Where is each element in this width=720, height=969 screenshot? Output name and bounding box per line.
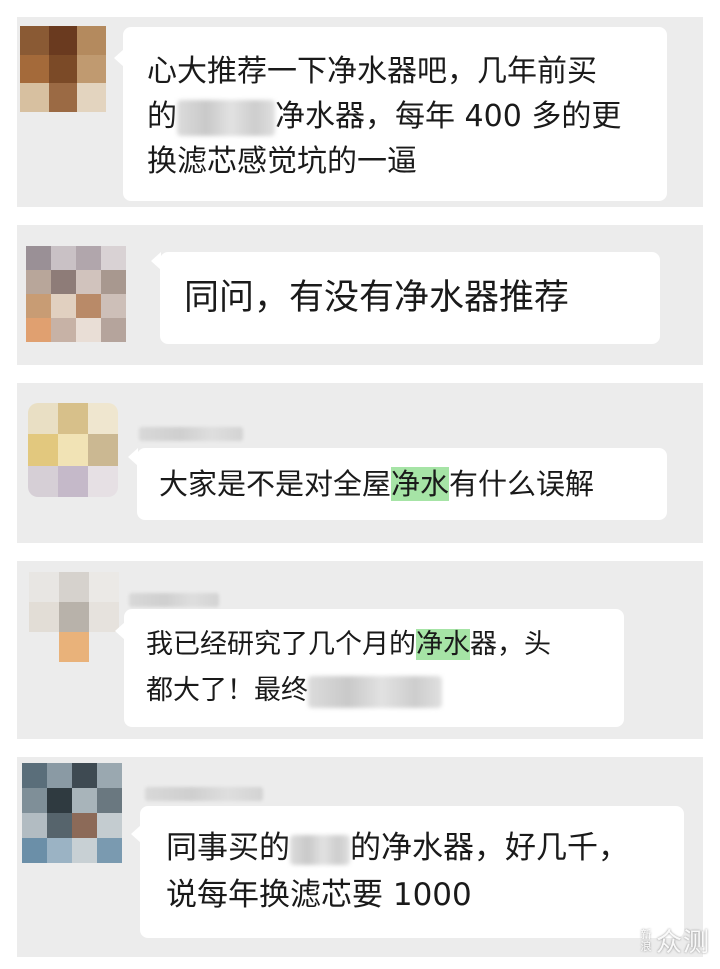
message-bubble: 我已经研究了几个月的净水器，头 都大了！最终 xyxy=(115,609,624,727)
message-bubble: 心大推荐一下净水器吧，几年前买 的 净水器，每年 400 多的更 换滤芯感觉坑的一… xyxy=(114,27,667,201)
message-text: 同事买的 xyxy=(166,830,290,866)
watermark-text: 众测 xyxy=(655,928,710,958)
message-line: 我已经研究了几个月的净水器，头 xyxy=(146,622,602,668)
avatar[interactable] xyxy=(22,763,122,863)
avatar[interactable] xyxy=(26,246,126,342)
message-line: 说每年换滤芯要 1000 xyxy=(166,877,472,913)
chat-message-5: 同事买的 的净水器，好几千， 说每年换滤芯要 1000 xyxy=(17,757,703,957)
message-text: 净水器，每年 400 多的更 xyxy=(275,99,622,134)
message-bubble: 同问，有没有净水器推荐 xyxy=(151,252,660,344)
watermark-logo: 新 浪 xyxy=(640,928,652,953)
message-text: 器，头 xyxy=(470,629,551,660)
message-line: 心大推荐一下净水器吧，几年前买 xyxy=(147,54,597,89)
redacted-brand xyxy=(308,675,442,708)
redacted-brand xyxy=(177,99,275,136)
message-line: 同问，有没有净水器推荐 xyxy=(184,278,570,318)
message-text: 都大了！最终 xyxy=(146,675,308,706)
chat-message-2: 同问，有没有净水器推荐 xyxy=(17,225,703,365)
highlighted-keyword: 净水 xyxy=(416,629,470,660)
message-text: 的净水器，好几千， xyxy=(350,830,629,866)
avatar[interactable] xyxy=(29,572,119,662)
message-bubble: 大家是不是对全屋净水有什么误解 xyxy=(128,448,667,520)
message-line: 大家是不是对全屋净水有什么误解 xyxy=(159,448,645,520)
message-line: 换滤芯感觉坑的一逼 xyxy=(147,144,417,179)
avatar[interactable] xyxy=(28,403,118,497)
avatar[interactable] xyxy=(20,26,106,112)
sender-name xyxy=(129,593,219,607)
sender-name xyxy=(139,427,243,441)
watermark-small-bottom: 浪 xyxy=(640,939,652,953)
message-line: 的 净水器，每年 400 多的更 xyxy=(147,94,643,139)
highlighted-keyword: 净水 xyxy=(391,467,450,501)
message-text: 我已经研究了几个月的 xyxy=(146,629,416,660)
message-text: 大家是不是对全屋 xyxy=(159,467,392,501)
watermark: 新 浪 众测 xyxy=(640,922,710,959)
message-text: 的 xyxy=(147,99,177,134)
message-bubble: 同事买的 的净水器，好几千， 说每年换滤芯要 1000 xyxy=(131,806,684,938)
message-line: 都大了！最终 xyxy=(146,668,602,714)
message-text: 有什么误解 xyxy=(449,467,595,501)
chat-message-4: 我已经研究了几个月的净水器，头 都大了！最终 xyxy=(17,561,703,739)
sender-name xyxy=(145,787,263,801)
redacted-brand xyxy=(290,834,350,865)
chat-message-1: 心大推荐一下净水器吧，几年前买 的 净水器，每年 400 多的更 换滤芯感觉坑的一… xyxy=(17,17,703,207)
chat-message-3: 大家是不是对全屋净水有什么误解 xyxy=(17,383,703,543)
message-line: 同事买的 的净水器，好几千， xyxy=(166,825,658,872)
